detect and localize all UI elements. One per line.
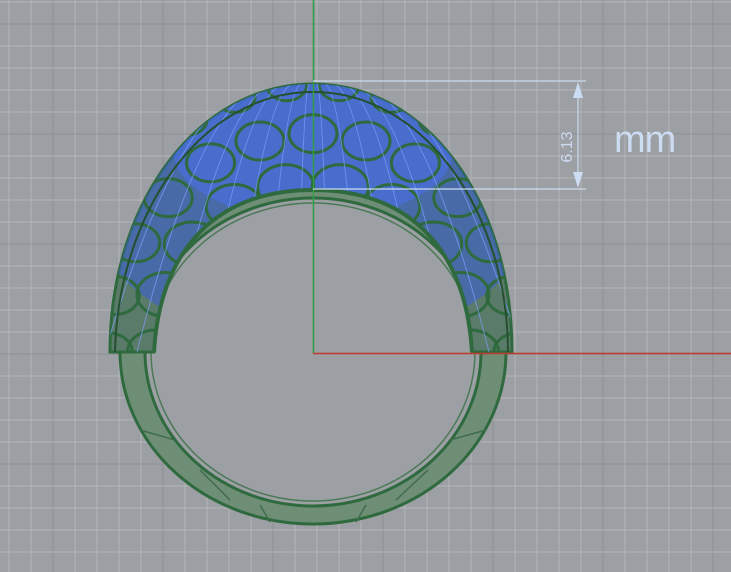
lattice-cell — [460, 134, 504, 170]
lattice-cell — [523, 227, 563, 259]
lattice-cell — [110, 176, 131, 212]
dimension-value: 6.13 — [559, 131, 576, 163]
lattice-cell — [417, 101, 461, 137]
viewport-scene[interactable] — [0, 0, 731, 572]
cad-viewport[interactable]: 6.13 mm — [0, 0, 731, 572]
lattice-cell — [495, 176, 512, 212]
lattice-cell — [165, 101, 209, 137]
lattice-cell — [545, 336, 585, 368]
lattice-cell — [122, 134, 166, 170]
units-label: mm — [614, 119, 676, 161]
